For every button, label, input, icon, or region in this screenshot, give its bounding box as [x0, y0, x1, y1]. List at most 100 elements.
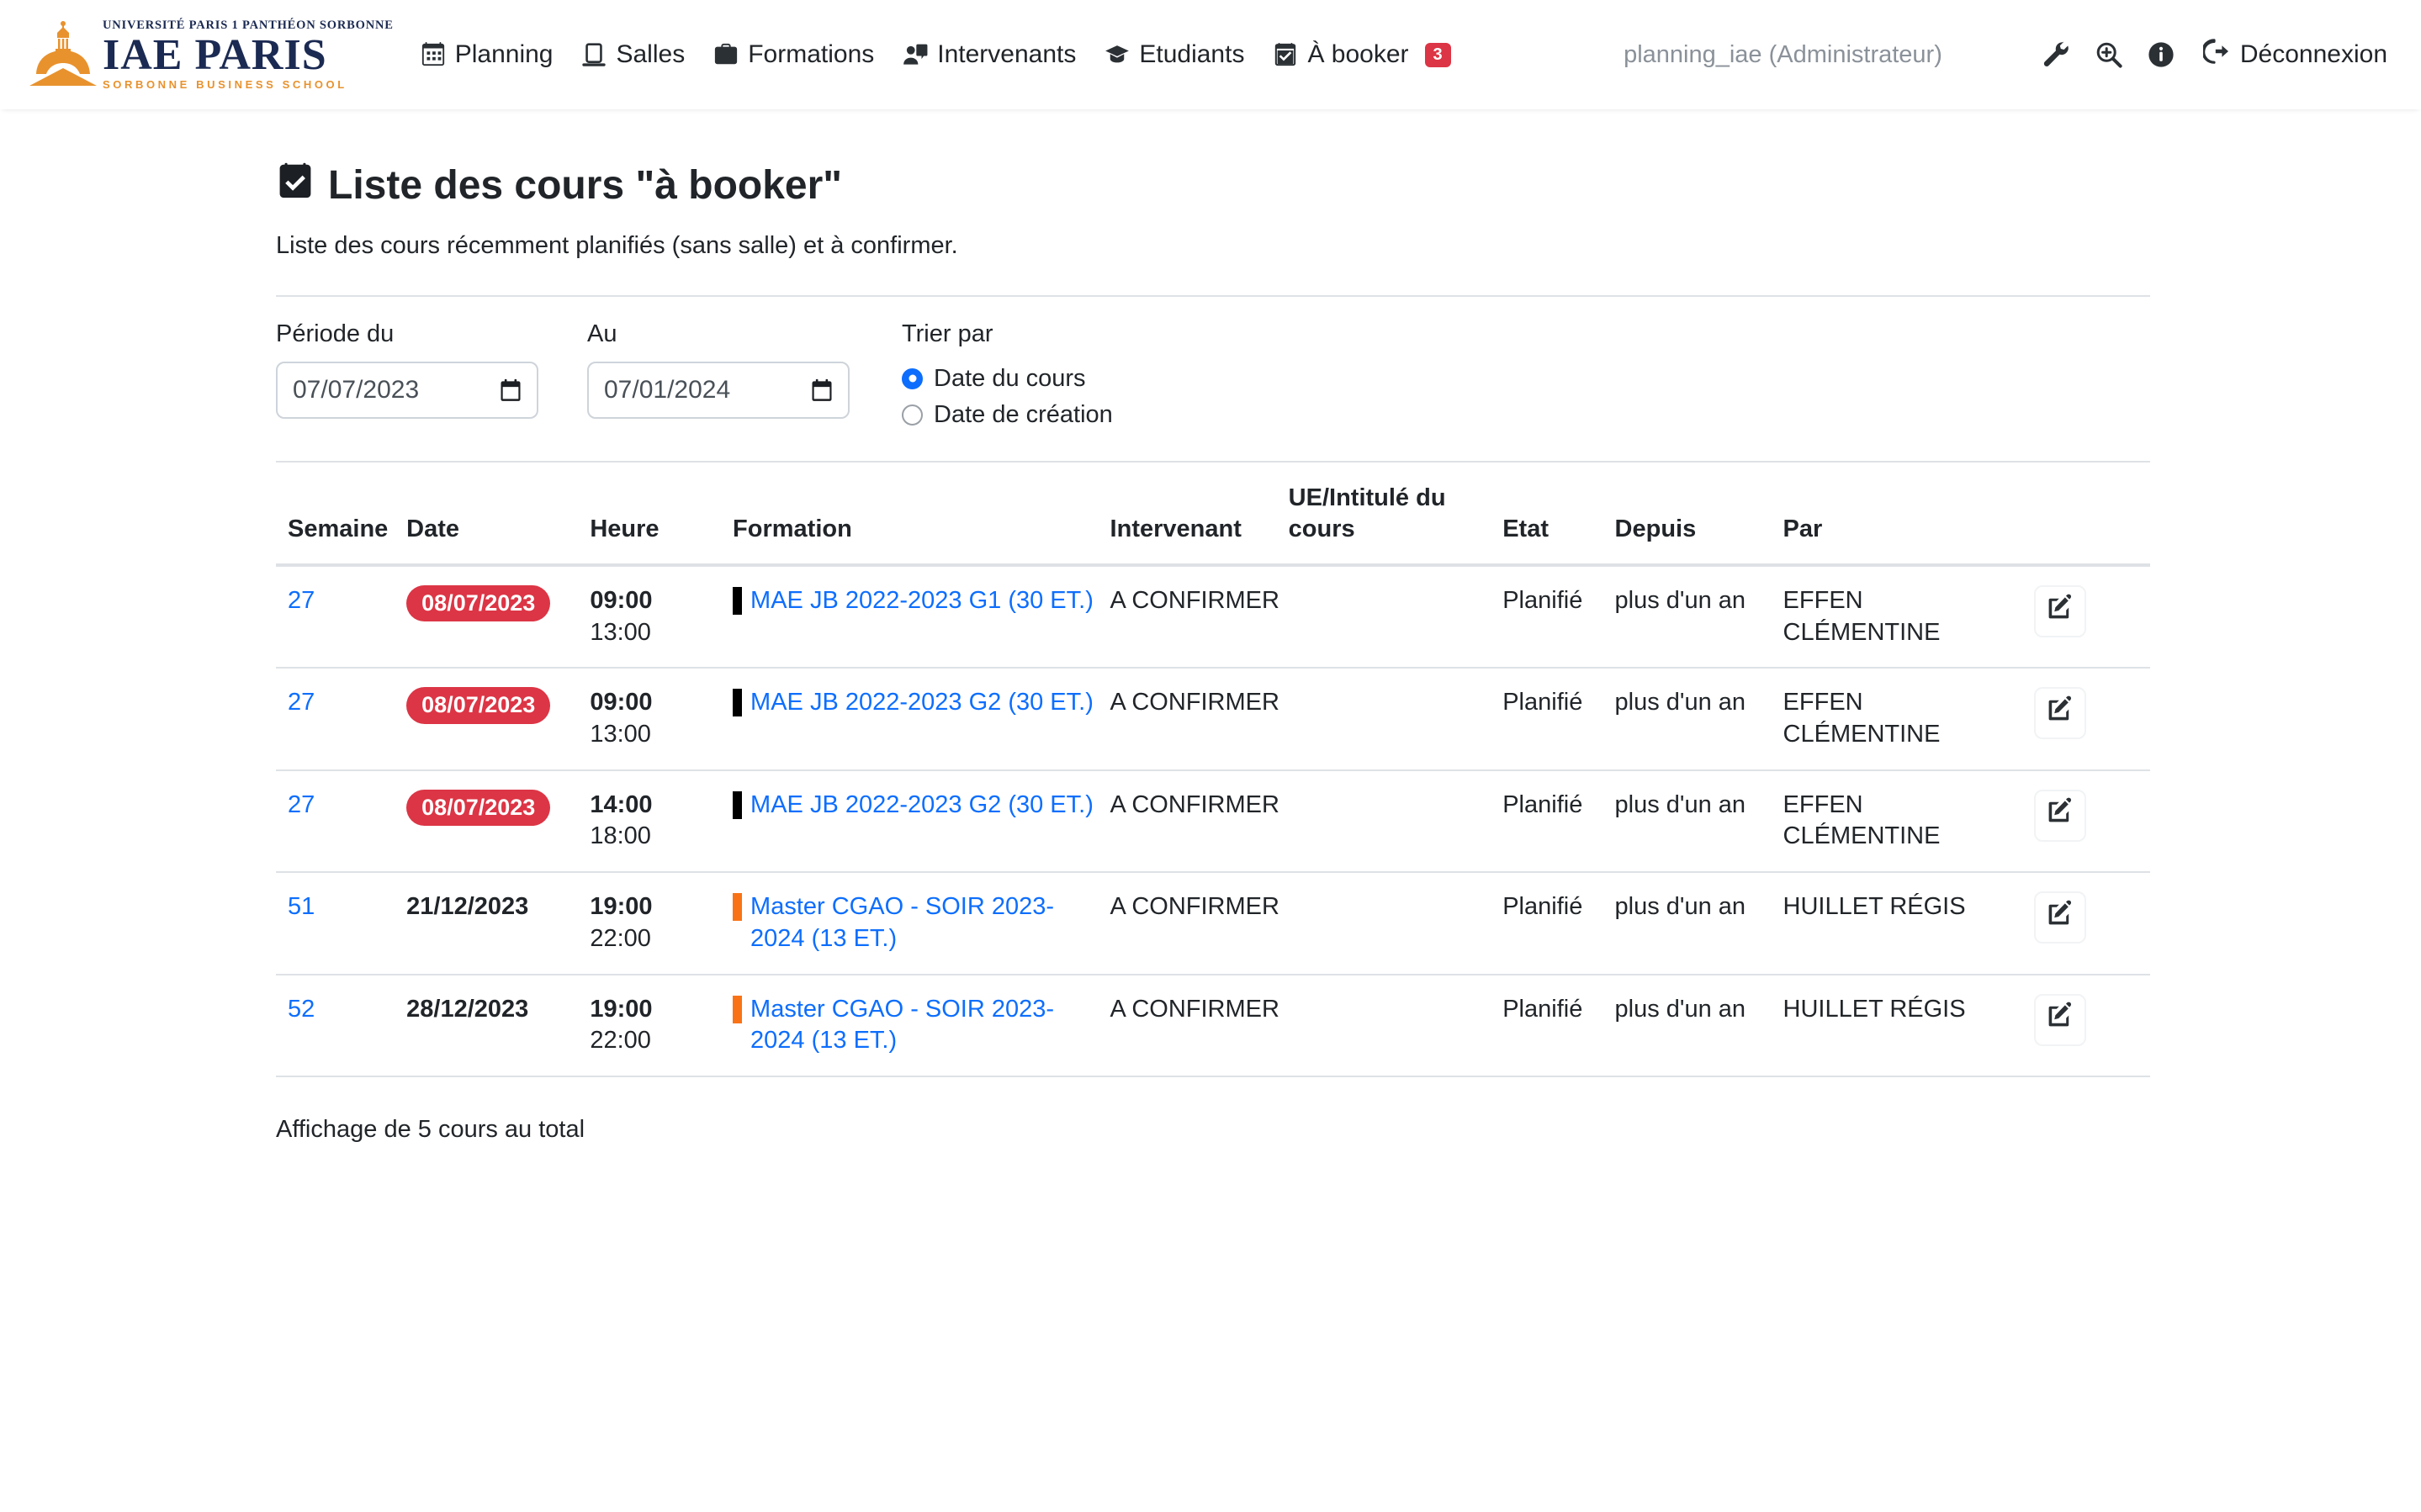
- cell-par: EFFEN CLÉMENTINE: [1783, 565, 2028, 668]
- page-description: Liste des cours récemment planifiés (san…: [276, 232, 2150, 260]
- course-date: 21/12/2023: [406, 893, 528, 920]
- cell-ue: [1289, 668, 1503, 769]
- top-navbar: UNIVERSITÉ PARIS 1 PANTHÉON SORBONNE IAE…: [0, 0, 2421, 109]
- edit-course-button[interactable]: [2034, 687, 2086, 739]
- formation-color-marker: [733, 996, 742, 1023]
- info-circle-icon[interactable]: [2148, 41, 2175, 68]
- cell-par: HUILLET RÉGIS: [1783, 975, 2028, 1076]
- formation-link[interactable]: Master CGAO - SOIR 2023-2024 (13 ET.): [750, 891, 1102, 954]
- brand-logo[interactable]: UNIVERSITÉ PARIS 1 PANTHÉON SORBONNE IAE…: [25, 19, 394, 91]
- wrench-icon[interactable]: [2043, 41, 2070, 68]
- table-row: 2708/07/202309:0013:00MAE JB 2022-2023 G…: [276, 565, 2150, 668]
- semaine-link[interactable]: 27: [288, 791, 315, 818]
- calendar-check-icon: [276, 161, 315, 210]
- table-row: 2708/07/202314:0018:00MAE JB 2022-2023 G…: [276, 770, 2150, 872]
- radio-date-cours[interactable]: [902, 368, 923, 389]
- cell-semaine: 27: [276, 565, 406, 668]
- edit-course-button[interactable]: [2034, 585, 2086, 637]
- nav-item-salles[interactable]: Salles: [581, 40, 685, 69]
- course-end-time: 22:00: [590, 1025, 724, 1057]
- formation-link[interactable]: MAE JB 2022-2023 G1 (30 ET.): [750, 585, 1094, 617]
- formation-link[interactable]: MAE JB 2022-2023 G2 (30 ET.): [750, 790, 1094, 822]
- radio-date-creation[interactable]: [902, 404, 923, 426]
- col-header-date[interactable]: Date: [406, 462, 590, 565]
- col-header-actions: [2027, 462, 2150, 565]
- col-header-heure[interactable]: Heure: [590, 462, 733, 565]
- edit-icon: [2047, 594, 2074, 630]
- semaine-link[interactable]: 51: [288, 893, 315, 920]
- page-body: Liste des cours "à booker" Liste des cou…: [0, 109, 2421, 1144]
- cell-actions: [2027, 770, 2150, 872]
- nav-item-planning-label: Planning: [455, 40, 554, 69]
- logout-button[interactable]: Déconnexion: [2203, 38, 2387, 71]
- cell-date: 28/12/2023: [406, 975, 590, 1076]
- edit-course-button[interactable]: [2034, 891, 2086, 944]
- cell-semaine: 52: [276, 975, 406, 1076]
- semaine-link[interactable]: 52: [288, 996, 315, 1023]
- col-header-intervenant[interactable]: Intervenant: [1110, 462, 1289, 565]
- semaine-link[interactable]: 27: [288, 587, 315, 614]
- course-date: 28/12/2023: [406, 996, 528, 1023]
- formation-color-marker: [733, 587, 742, 615]
- sort-option-date-creation-label: Date de création: [934, 401, 1113, 429]
- mortarboard-icon: [1105, 42, 1130, 67]
- edit-icon: [2047, 900, 2074, 936]
- col-header-ue[interactable]: UE/Intitulé du cours: [1289, 462, 1503, 565]
- cell-semaine: 51: [276, 872, 406, 974]
- nav-item-formations[interactable]: Formations: [713, 40, 874, 69]
- cell-semaine: 27: [276, 668, 406, 769]
- divider: [276, 295, 2150, 297]
- courses-table: Semaine Date Heure Formation Intervenant…: [276, 461, 2150, 1077]
- col-header-semaine[interactable]: Semaine: [276, 462, 406, 565]
- col-header-formation[interactable]: Formation: [733, 462, 1110, 565]
- semaine-link[interactable]: 27: [288, 689, 315, 716]
- cell-formation: Master CGAO - SOIR 2023-2024 (13 ET.): [733, 975, 1110, 1076]
- brand-line-bottom: SORBONNE BUSINESS SCHOOL: [103, 78, 394, 91]
- calendar-picker-icon[interactable]: [811, 378, 833, 402]
- nav-item-intervenants[interactable]: Intervenants: [903, 40, 1076, 69]
- cell-depuis: plus d'un an: [1615, 975, 1783, 1076]
- table-footer-count: Affichage de 5 cours au total: [276, 1116, 2150, 1144]
- calendar-check-icon: [1273, 42, 1298, 67]
- nav-item-planning[interactable]: Planning: [421, 40, 554, 69]
- cell-heure: 19:0022:00: [590, 872, 733, 974]
- sort-option-date-cours[interactable]: Date du cours: [902, 365, 1113, 393]
- cell-formation: MAE JB 2022-2023 G2 (30 ET.): [733, 668, 1110, 769]
- edit-course-button[interactable]: [2034, 790, 2086, 842]
- course-date-badge: 08/07/2023: [406, 790, 550, 826]
- formation-link[interactable]: Master CGAO - SOIR 2023-2024 (13 ET.): [750, 994, 1102, 1057]
- pantheon-dome-icon: [25, 19, 101, 91]
- sort-option-date-creation[interactable]: Date de création: [902, 401, 1113, 429]
- calendar-picker-icon[interactable]: [500, 378, 522, 402]
- screen-icon: [581, 42, 607, 67]
- logout-label: Déconnexion: [2240, 40, 2387, 69]
- nav-item-intervenants-label: Intervenants: [937, 40, 1076, 69]
- course-end-time: 13:00: [590, 719, 724, 751]
- zoom-in-icon[interactable]: [2095, 41, 2122, 68]
- edit-icon: [2047, 1002, 2074, 1038]
- edit-course-button[interactable]: [2034, 994, 2086, 1046]
- formation-color-marker: [733, 791, 742, 819]
- cell-intervenant: A CONFIRMER: [1110, 770, 1289, 872]
- period-to-input[interactable]: 07/01/2024: [587, 362, 850, 419]
- a-booker-count-badge: 3: [1425, 43, 1451, 67]
- nav-item-etudiants[interactable]: Etudiants: [1105, 40, 1244, 69]
- nav-item-a-booker[interactable]: À booker 3: [1273, 40, 1450, 69]
- col-header-par[interactable]: Par: [1783, 462, 2028, 565]
- current-user-label: planning_iae (Administrateur): [1624, 41, 1942, 69]
- sort-radio-group: Date du cours Date de création: [902, 365, 1113, 429]
- table-row: 51 21/12/2023 19:0022:00 Master CGAO - SOIR…: [276, 872, 2150, 974]
- period-from-label: Période du: [276, 320, 538, 348]
- period-from-input[interactable]: 07/07/2023: [276, 362, 538, 419]
- course-end-time: 13:00: [590, 617, 724, 649]
- period-to-value: 07/01/2024: [604, 376, 811, 404]
- col-header-etat[interactable]: Etat: [1502, 462, 1614, 565]
- filter-period-to: Au 07/01/2024: [587, 320, 850, 419]
- period-from-value: 07/07/2023: [293, 376, 500, 404]
- formation-link[interactable]: MAE JB 2022-2023 G2 (30 ET.): [750, 687, 1094, 719]
- cell-ue: [1289, 975, 1503, 1076]
- col-header-depuis[interactable]: Depuis: [1615, 462, 1783, 565]
- formation-color-marker: [733, 893, 742, 921]
- cell-etat: Planifié: [1502, 872, 1614, 974]
- cell-date: 08/07/2023: [406, 668, 590, 769]
